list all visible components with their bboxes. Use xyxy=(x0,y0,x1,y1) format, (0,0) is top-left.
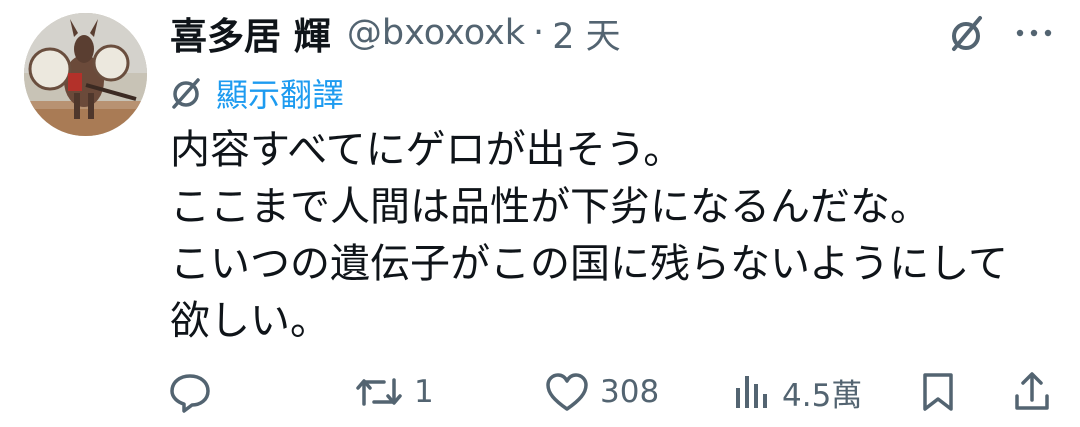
tweet-text: 内容すべてにゲロが出そう。 ここまで人間は品性が下劣になるんだな。 こいつの遺伝… xyxy=(170,122,1065,350)
bookmark-icon xyxy=(923,373,953,411)
views-button[interactable]: 4.5萬 xyxy=(732,362,862,422)
share-icon xyxy=(1015,372,1049,410)
author-handle[interactable]: @bxoxoxk xyxy=(347,13,525,53)
heart-icon xyxy=(546,373,588,411)
retweet-button[interactable]: 1 xyxy=(354,362,434,422)
reply-button[interactable] xyxy=(168,362,222,422)
views-count: 4.5萬 xyxy=(782,377,863,414)
like-count: 308 xyxy=(600,374,660,410)
bookmark-button[interactable] xyxy=(918,362,958,422)
retweet-count: 1 xyxy=(414,374,434,410)
tweet: 喜多居 輝 @bxoxoxk · 2 天 顯示翻譯 内容すべてにゲロが出そう。 … xyxy=(0,0,1080,427)
tweet-text-line: 欲しい。 xyxy=(170,298,330,344)
translate-label: 顯示翻譯 xyxy=(216,76,345,114)
tweet-text-line: こいつの遺伝子がこの国に残らないようにして xyxy=(170,241,1008,287)
views-icon xyxy=(736,376,767,408)
author-display-name[interactable]: 喜多居 輝 xyxy=(170,6,331,60)
tweet-timestamp[interactable]: 2 天 xyxy=(552,8,620,59)
translate-icon xyxy=(172,78,200,109)
reply-icon xyxy=(170,374,210,413)
tweet-header: 喜多居 輝 @bxoxoxk · 2 天 xyxy=(170,8,621,58)
like-button[interactable]: 308 xyxy=(544,362,659,422)
grok-icon[interactable] xyxy=(944,12,988,56)
show-translation-link[interactable]: 顯示翻譯 xyxy=(168,70,344,116)
share-button[interactable] xyxy=(1012,362,1052,422)
action-bar: 1 308 4.5萬 xyxy=(0,362,1080,422)
header-separator: · xyxy=(533,13,545,53)
more-icon[interactable] xyxy=(1012,18,1056,48)
avatar[interactable] xyxy=(24,13,147,136)
tweet-text-line: 内容すべてにゲロが出そう。 xyxy=(170,127,684,173)
retweet-icon xyxy=(356,378,402,406)
avatar-image xyxy=(24,13,147,136)
tweet-text-line: ここまで人間は品性が下劣になるんだな。 xyxy=(170,184,930,230)
